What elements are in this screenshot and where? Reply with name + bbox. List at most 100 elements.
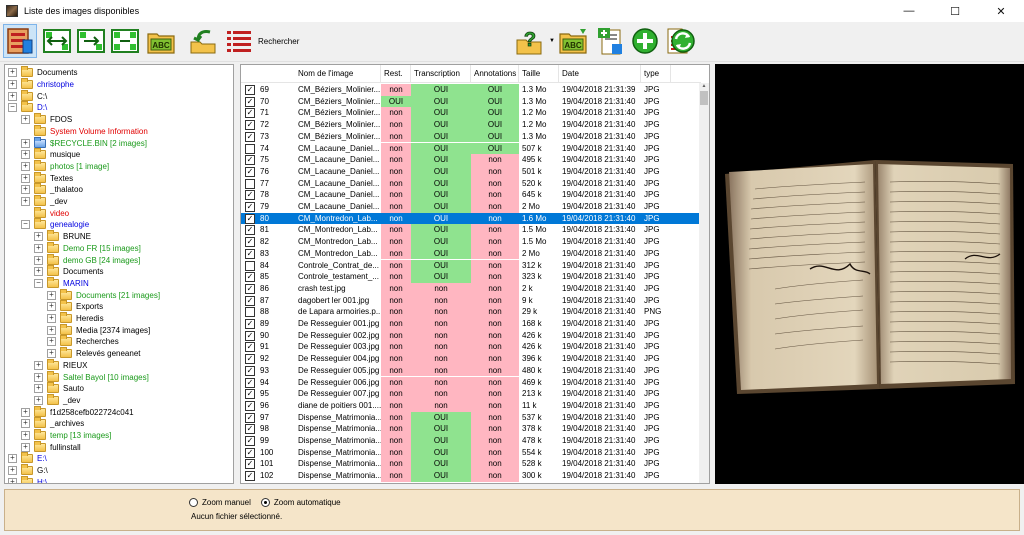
table-row[interactable]: ✓ 99 Dispense_Matrimonia... non OUI non 478 k1… (241, 435, 700, 447)
tree-item[interactable]: + Documents (8, 66, 77, 79)
table-row[interactable]: ✓ 82 CM_Montredon_Lab... non OUI non 1.5 Mo 19/… (241, 236, 700, 248)
tree-item-label[interactable]: BRUNE (63, 231, 91, 242)
row-checkbox[interactable]: ✓ (245, 166, 255, 177)
tree-item-label[interactable]: Media [2374 images] (76, 325, 150, 336)
tree-item[interactable]: + demo GB [24 images] (34, 253, 140, 266)
table-row[interactable]: ✓ 73 CM_Béziers_Molinier... non OUI OUI 1.3 Mo… (241, 130, 700, 143)
table-row[interactable]: ✓ 90 De Resseguier 002.jpg non non non 426 k 19… (241, 329, 700, 342)
tree-item[interactable]: + Saltel Bayol [10 images] (34, 370, 149, 383)
tree-item[interactable]: + Relevés geneanet (47, 347, 141, 360)
tree-item-label[interactable]: E:\ (37, 453, 47, 464)
row-checkbox[interactable]: ✓ (245, 237, 255, 248)
expand-icon[interactable]: + (21, 138, 30, 148)
help-dropdown-arrow[interactable]: ▼ (549, 38, 555, 44)
tree-item-label[interactable]: Textes (50, 173, 73, 184)
tree-item-label[interactable]: christophe (37, 79, 74, 90)
tree-item[interactable]: + H:\ (8, 475, 47, 483)
minimize-button[interactable]: — (886, 0, 932, 22)
tree-item[interactable]: + Documents [21 images] (47, 288, 160, 301)
expand-icon[interactable]: + (47, 349, 56, 359)
tree-item[interactable]: + Textes (21, 171, 73, 184)
tree-item[interactable]: + photos [1 image] (21, 159, 109, 173)
tree-item-label[interactable]: Relevés geneanet (76, 348, 141, 359)
collapse-icon[interactable]: − (21, 220, 30, 230)
table-row[interactable]: ✓ 85 Controle_testament_... non OUI non 323 k1… (241, 271, 700, 283)
expand-icon[interactable]: + (34, 384, 43, 394)
table-row[interactable]: ✓ 96 diane de poitiers 001.... non non non 11 … (241, 399, 700, 412)
row-checkbox[interactable]: ✓ (245, 400, 255, 411)
expand-icon[interactable]: + (47, 302, 56, 312)
tree-item[interactable]: + Media [2374 images] (47, 323, 150, 336)
row-checkbox[interactable]: ✓ (245, 155, 255, 166)
tree-item-label[interactable]: System Volume Information (50, 126, 148, 137)
tree-item-label[interactable]: Documents (63, 266, 103, 277)
table-row[interactable]: ✓ 71 CM_Béziers_Molinier... non OUI OUI 1.2 Mo… (241, 107, 700, 120)
expand-icon[interactable]: + (47, 290, 56, 300)
row-checkbox[interactable]: ✓ (245, 365, 255, 376)
tree-item[interactable]: + temp [13 images] (21, 429, 111, 442)
tree-item[interactable]: + Sauto (34, 382, 84, 395)
abc-folder-button-2[interactable]: ABC (556, 24, 590, 58)
expand-icon[interactable]: + (34, 372, 43, 382)
maximize-button[interactable]: ☐ (932, 0, 978, 22)
expand-icon[interactable]: + (21, 431, 30, 441)
tree-item-label[interactable]: G:\ (37, 465, 48, 476)
tree-item-label[interactable]: MARIN (63, 278, 89, 289)
table-row[interactable]: ✓ 72 CM_Béziers_Molinier... non OUI OUI 1.2 Mo… (241, 119, 700, 131)
tree-item[interactable]: + musique (21, 148, 80, 161)
scroll-up-icon[interactable]: ▲ (699, 83, 709, 91)
tree-item-label[interactable]: genealogie (50, 219, 89, 230)
table-row[interactable]: ✓ 100 Dispense_Matrimonia... non OUI non 554 k… (241, 446, 700, 459)
row-checkbox[interactable]: ✓ (245, 202, 255, 212)
table-row[interactable]: ✓ 79 CM_Lacaune_Daniel... non OUI non 2 Mo 19/0… (241, 201, 700, 213)
table-row[interactable]: ✓ 95 De Resseguier 007.jpg non non non 213 k 19… (241, 388, 700, 400)
row-checkbox[interactable]: ✓ (245, 283, 255, 294)
row-checkbox[interactable] (245, 178, 255, 189)
row-checkbox[interactable] (245, 143, 255, 154)
tree-item[interactable]: − genealogie (21, 218, 89, 231)
table-row[interactable]: ✓ 80 CM_Montredon_Lab... non OUI non 1.6 Mo 19/… (241, 212, 700, 225)
tree-item-label[interactable]: Recherches (76, 336, 119, 347)
tree-item-label[interactable]: D:\ (37, 102, 47, 113)
expand-icon[interactable]: + (47, 314, 56, 324)
table-row[interactable]: ✓ 89 De Resseguier 001.jpg non non non 168 k 19… (241, 318, 700, 330)
tree-item[interactable]: + $RECYCLE.BIN [2 images] (21, 136, 147, 149)
back-button[interactable] (186, 24, 220, 58)
tree-item[interactable]: − MARIN (34, 276, 89, 290)
row-checkbox[interactable]: ✓ (245, 377, 255, 388)
collapse-icon[interactable]: − (34, 278, 43, 288)
row-checkbox[interactable]: ✓ (245, 120, 255, 131)
tree-item-label[interactable]: _dev (63, 395, 80, 406)
tree-item[interactable]: + _dev (21, 195, 67, 208)
tree-item[interactable]: System Volume Information (21, 124, 148, 138)
table-row[interactable]: 84 Controle_Contrat_de... non OUI non 312 k 19… (241, 259, 700, 272)
row-checkbox[interactable]: ✓ (245, 342, 255, 353)
tree-item[interactable]: + FDOS (21, 113, 72, 126)
expand-icon[interactable]: + (34, 243, 43, 253)
folder-tree[interactable]: + Documents + christophe + C:\ − D:\ + FDOS System… (4, 64, 234, 484)
tree-item-label[interactable]: Demo FR [15 images] (63, 243, 141, 254)
zoom-manual-label[interactable]: Zoom manuel (202, 498, 251, 507)
tree-item[interactable]: + _thalatoo (21, 183, 83, 196)
tree-item[interactable]: + Demo FR [15 images] (34, 241, 141, 255)
row-checkbox[interactable]: ✓ (245, 248, 255, 259)
refresh-button[interactable] (666, 24, 700, 58)
tree-item-label[interactable]: fullinstall (50, 442, 81, 453)
row-checkbox[interactable]: ✓ (245, 471, 255, 482)
tree-item[interactable]: + G:\ (8, 464, 48, 477)
row-checkbox[interactable]: ✓ (245, 85, 255, 95)
tree-item[interactable]: + BRUNE (34, 230, 91, 243)
tree-item-label[interactable]: _archives (50, 418, 84, 429)
expand-icon[interactable]: + (8, 91, 17, 101)
table-row[interactable]: ✓ 87 dagobert ler 001.jpg non non non 9 k 19/04… (241, 294, 700, 307)
table-row[interactable]: 74 CM_Lacaune_Daniel... non OUI OUI 507 k 19/0… (241, 142, 700, 155)
column-header[interactable]: Date (559, 65, 641, 83)
tree-item-label[interactable]: Exports (76, 301, 103, 312)
expand-icon[interactable]: + (21, 173, 30, 183)
tree-item-label[interactable]: Documents (37, 67, 77, 78)
tree-item-label[interactable]: photos [1 image] (50, 161, 109, 172)
table-row[interactable]: ✓ 93 De Resseguier 005.jpg non non non 480 k 19… (241, 364, 700, 377)
tree-item[interactable]: + f1d258cefb022724c041 (21, 405, 134, 418)
row-checkbox[interactable]: ✓ (245, 225, 255, 236)
expand-icon[interactable]: + (21, 150, 30, 160)
